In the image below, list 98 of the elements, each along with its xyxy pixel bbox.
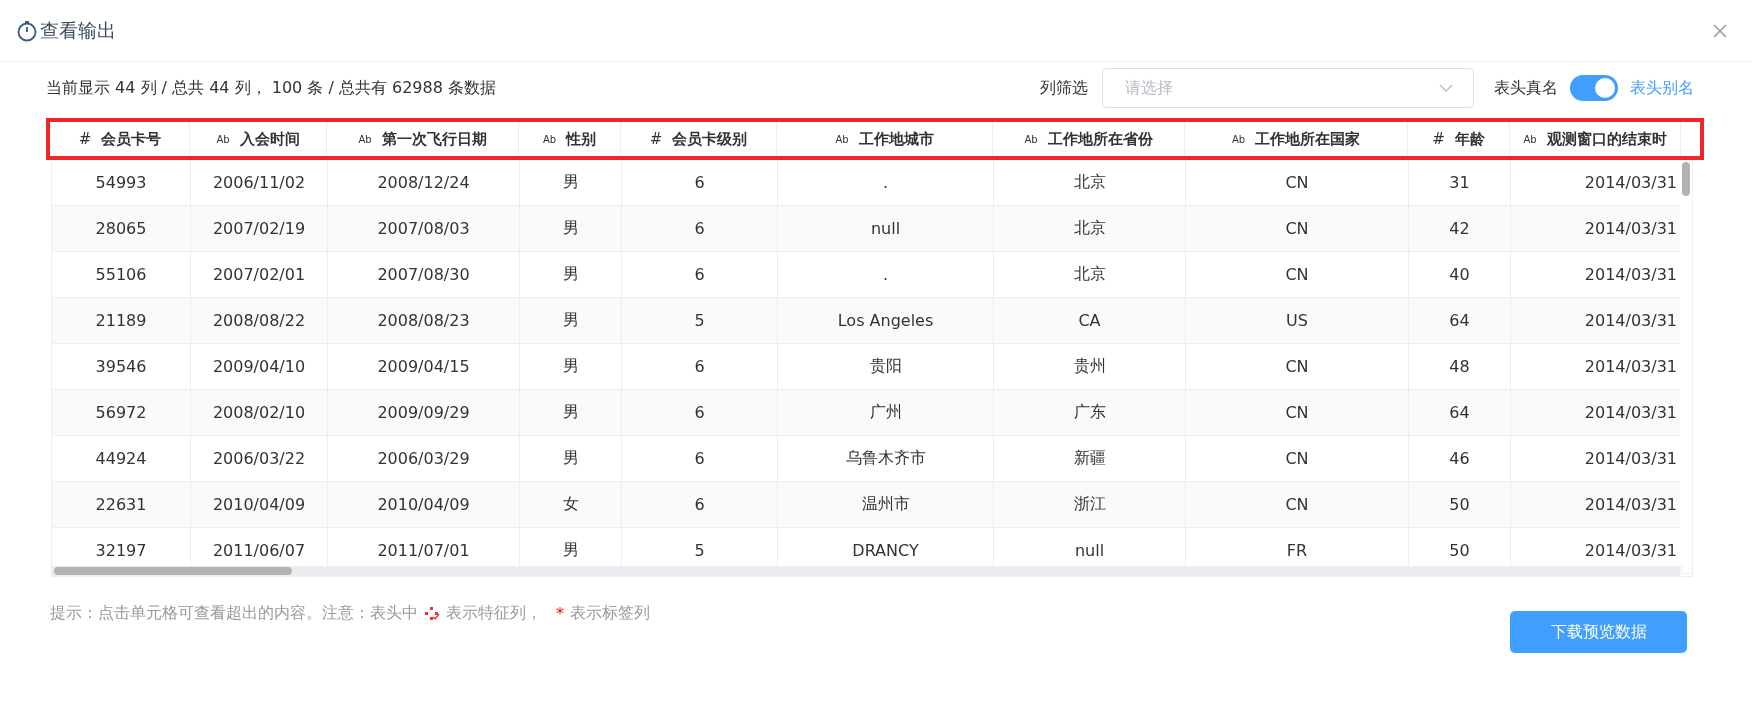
table-cell: 男 — [520, 298, 622, 343]
table-cell: 6 — [622, 390, 778, 435]
table-cell: 贵阳 — [778, 344, 994, 389]
table-cell: 6 — [622, 344, 778, 389]
stopwatch-icon — [16, 19, 38, 42]
table-cell: CN — [1186, 436, 1409, 481]
table-cell: CN — [1186, 252, 1409, 297]
table-cell: 广州 — [778, 390, 994, 435]
table-cell: 2009/04/10 — [191, 344, 328, 389]
column-header[interactable]: Ab 第一次飞行日期 — [327, 122, 519, 156]
table-cell: 2007/08/03 — [328, 206, 520, 251]
table-cell: . — [778, 252, 994, 297]
table-cell: 6 — [622, 160, 778, 205]
table-cell: CN — [1186, 160, 1409, 205]
table-cell: 2008/12/24 — [328, 160, 520, 205]
column-header[interactable]: Ab 工作地城市 — [777, 122, 993, 156]
column-header[interactable]: Ab 性别 — [519, 122, 621, 156]
table-cell: 42 — [1409, 206, 1511, 251]
table-cell: 北京 — [994, 206, 1186, 251]
table-cell: CN — [1186, 482, 1409, 527]
table-cell: 28065 — [52, 206, 191, 251]
feature-column-icon — [424, 605, 440, 622]
table-cell: 2008/08/23 — [328, 298, 520, 343]
table-cell: 男 — [520, 436, 622, 481]
toggle-label: 表头别名 — [1630, 77, 1694, 99]
table-cell: US — [1186, 298, 1409, 343]
table-cell: 2008/08/22 — [191, 298, 328, 343]
column-header[interactable]: # 会员卡号 — [51, 122, 190, 156]
column-header[interactable]: Ab 工作地所在国家 — [1185, 122, 1408, 156]
table-cell: 广东 — [994, 390, 1186, 435]
table-cell: 温州市 — [778, 482, 994, 527]
table-cell: . — [778, 160, 994, 205]
column-header[interactable]: # 会员卡级别 — [621, 122, 777, 156]
column-header[interactable]: Ab 工作地所在省份 — [993, 122, 1185, 156]
table-cell: 2010/04/09 — [191, 482, 328, 527]
table-cell: 男 — [520, 344, 622, 389]
table-cell: 39546 — [52, 344, 191, 389]
table-cell: 北京 — [994, 252, 1186, 297]
column-header[interactable]: # 年龄 — [1408, 122, 1510, 156]
table-cell: 男 — [520, 206, 622, 251]
hint-text: 表示标签列 — [570, 603, 650, 624]
column-filter-label: 列筛选 — [1040, 77, 1088, 99]
table-cell: CA — [994, 298, 1186, 343]
chevron-down-icon — [1439, 84, 1453, 92]
table-cell: 40 — [1409, 252, 1511, 297]
table-cell: 6 — [622, 206, 778, 251]
table-cell: 31 — [1409, 160, 1511, 205]
table-cell: 2006/03/29 — [328, 436, 520, 481]
table-cell: 64 — [1409, 298, 1511, 343]
table-cell: 21189 — [52, 298, 191, 343]
table-cell: 女 — [520, 482, 622, 527]
table-cell: 55106 — [52, 252, 191, 297]
table-cell: 贵州 — [994, 344, 1186, 389]
table-cell: CN — [1186, 206, 1409, 251]
column-header[interactable]: Ab 观测窗口的结束时 — [1510, 122, 1681, 156]
table-cell: 浙江 — [994, 482, 1186, 527]
vertical-scrollbar-thumb[interactable] — [1682, 162, 1690, 196]
table-cell: 男 — [520, 160, 622, 205]
table-cell: 2006/03/22 — [191, 436, 328, 481]
table-cell: 2009/09/29 — [328, 390, 520, 435]
table-cell: 46 — [1409, 436, 1511, 481]
table-cell: 44924 — [52, 436, 191, 481]
table-cell: 2009/04/15 — [328, 344, 520, 389]
table-cell: 2007/02/19 — [191, 206, 328, 251]
table-cell: 54993 — [52, 160, 191, 205]
table-cell: CN — [1186, 344, 1409, 389]
table-cell: 2006/11/02 — [191, 160, 328, 205]
table-cell: 2007/02/01 — [191, 252, 328, 297]
table-cell: 56972 — [52, 390, 191, 435]
table-cell: 22631 — [52, 482, 191, 527]
label-marker: * — [556, 604, 564, 623]
table-cell: 2007/08/30 — [328, 252, 520, 297]
column-header[interactable]: Ab 入会时间 — [190, 122, 327, 156]
table-cell: 男 — [520, 252, 622, 297]
table-cell: 2008/02/10 — [191, 390, 328, 435]
header-toggle[interactable] — [1570, 75, 1618, 101]
hint-text: 提示：点击单元格可查看超出的内容。注意：表头中 — [50, 603, 418, 624]
horizontal-scrollbar[interactable] — [52, 566, 1680, 576]
close-icon[interactable] — [1712, 22, 1728, 39]
table-cell: 6 — [622, 482, 778, 527]
table-cell: 48 — [1409, 344, 1511, 389]
table-cell: 50 — [1409, 482, 1511, 527]
dialog-title: 查看输出 — [40, 17, 116, 43]
table-cell: 6 — [622, 436, 778, 481]
table-cell: 5 — [622, 298, 778, 343]
table-cell: null — [778, 206, 994, 251]
table-cell: 男 — [520, 390, 622, 435]
table-cell: 64 — [1409, 390, 1511, 435]
hint-text: 表示特征列， — [446, 603, 542, 624]
summary-text: 当前显示 44 列 / 总共 44 列， 100 条 / 总共有 62988 条数据 — [46, 77, 496, 99]
table-cell: 6 — [622, 252, 778, 297]
table-cell: CN — [1186, 390, 1409, 435]
toggle-label: 表头真名 — [1494, 77, 1558, 99]
table-cell: Los Angeles — [778, 298, 994, 343]
table-cell: 北京 — [994, 160, 1186, 205]
table-cell: 2010/04/09 — [328, 482, 520, 527]
table-cell: 乌鲁木齐市 — [778, 436, 994, 481]
table-cell: 新疆 — [994, 436, 1186, 481]
